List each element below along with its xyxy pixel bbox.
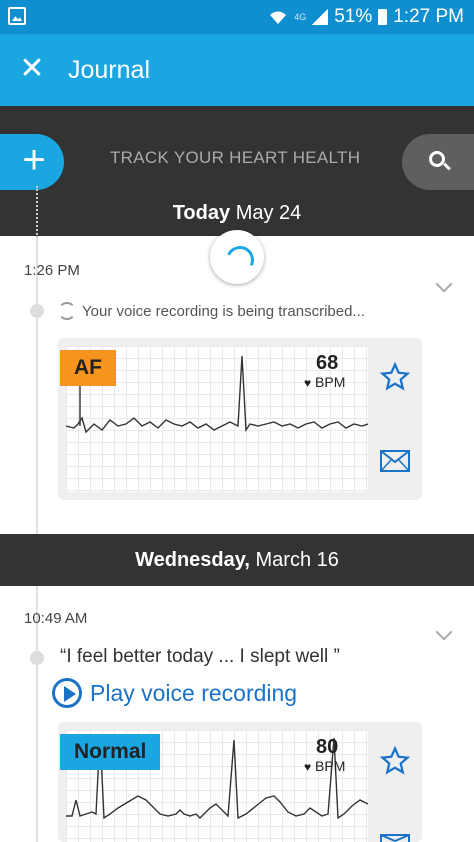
page-title: Journal bbox=[68, 56, 150, 84]
heart-icon: ♥ bbox=[304, 376, 312, 390]
wifi-icon bbox=[270, 11, 287, 24]
chevron-down-icon[interactable] bbox=[435, 623, 453, 641]
ecg-card[interactable]: AF 68 ♥ BPM bbox=[58, 338, 422, 500]
day-header-wednesday: Wednesday, March 16 bbox=[135, 549, 339, 571]
timeline-dotted bbox=[36, 186, 38, 238]
loading-spinner bbox=[210, 230, 264, 284]
network-type: 4G bbox=[294, 12, 307, 22]
battery-icon bbox=[378, 9, 388, 25]
track-heart-health-label: TRACK YOUR HEART HEALTH bbox=[110, 148, 361, 167]
ecg-strip: AF 68 ♥ BPM bbox=[60, 346, 368, 492]
mail-icon[interactable] bbox=[380, 450, 410, 472]
app-bar: ✕ Journal bbox=[0, 34, 474, 106]
star-icon[interactable] bbox=[380, 746, 410, 776]
play-voice-recording-link[interactable]: Play voice recording bbox=[52, 678, 297, 708]
star-icon[interactable] bbox=[380, 362, 410, 392]
timeline-line bbox=[36, 238, 38, 534]
chevron-down-icon[interactable] bbox=[435, 275, 453, 293]
voice-note-text: “I feel better today ... I slept well ” bbox=[60, 646, 340, 667]
close-icon[interactable]: ✕ bbox=[18, 54, 46, 84]
day-header-bar: Wednesday, March 16 bbox=[0, 534, 474, 586]
transcription-status: Your voice recording is being transcribe… bbox=[58, 302, 365, 320]
add-entry-button[interactable]: + bbox=[0, 134, 64, 190]
bpm-value: 80 bbox=[316, 736, 339, 758]
journal-toolbar: + TRACK YOUR HEART HEALTH Today May 24 bbox=[0, 106, 474, 236]
status-indicators: 4G 51% 1:27 PM bbox=[268, 6, 464, 28]
entry-time: 1:26 PM bbox=[24, 262, 80, 279]
clock: 1:27 PM bbox=[393, 6, 464, 27]
gallery-icon bbox=[8, 7, 26, 25]
sync-icon bbox=[58, 302, 76, 320]
entry-time: 10:49 AM bbox=[24, 610, 88, 627]
ecg-badge-normal: Normal bbox=[60, 734, 161, 770]
timeline-dot bbox=[30, 651, 44, 665]
heart-icon: ♥ bbox=[304, 760, 312, 774]
search-button[interactable] bbox=[402, 134, 474, 190]
mail-icon[interactable] bbox=[380, 834, 410, 842]
ecg-badge-af: AF bbox=[60, 350, 116, 386]
bpm-value: 68 bbox=[316, 352, 339, 374]
signal-icon bbox=[312, 9, 329, 25]
bpm-unit: ♥ BPM bbox=[304, 758, 346, 774]
status-bar: 4G 51% 1:27 PM bbox=[0, 0, 474, 34]
battery-percent: 51% bbox=[334, 6, 373, 27]
timeline-dot bbox=[30, 304, 44, 318]
bpm-unit: ♥ BPM bbox=[304, 374, 346, 390]
play-icon bbox=[52, 678, 82, 708]
plus-icon: + bbox=[22, 138, 46, 182]
ecg-strip: Normal 80 ♥ BPM bbox=[60, 730, 368, 842]
day-header-today: Today May 24 bbox=[172, 202, 302, 224]
ecg-card[interactable]: Normal 80 ♥ BPM bbox=[58, 722, 422, 842]
